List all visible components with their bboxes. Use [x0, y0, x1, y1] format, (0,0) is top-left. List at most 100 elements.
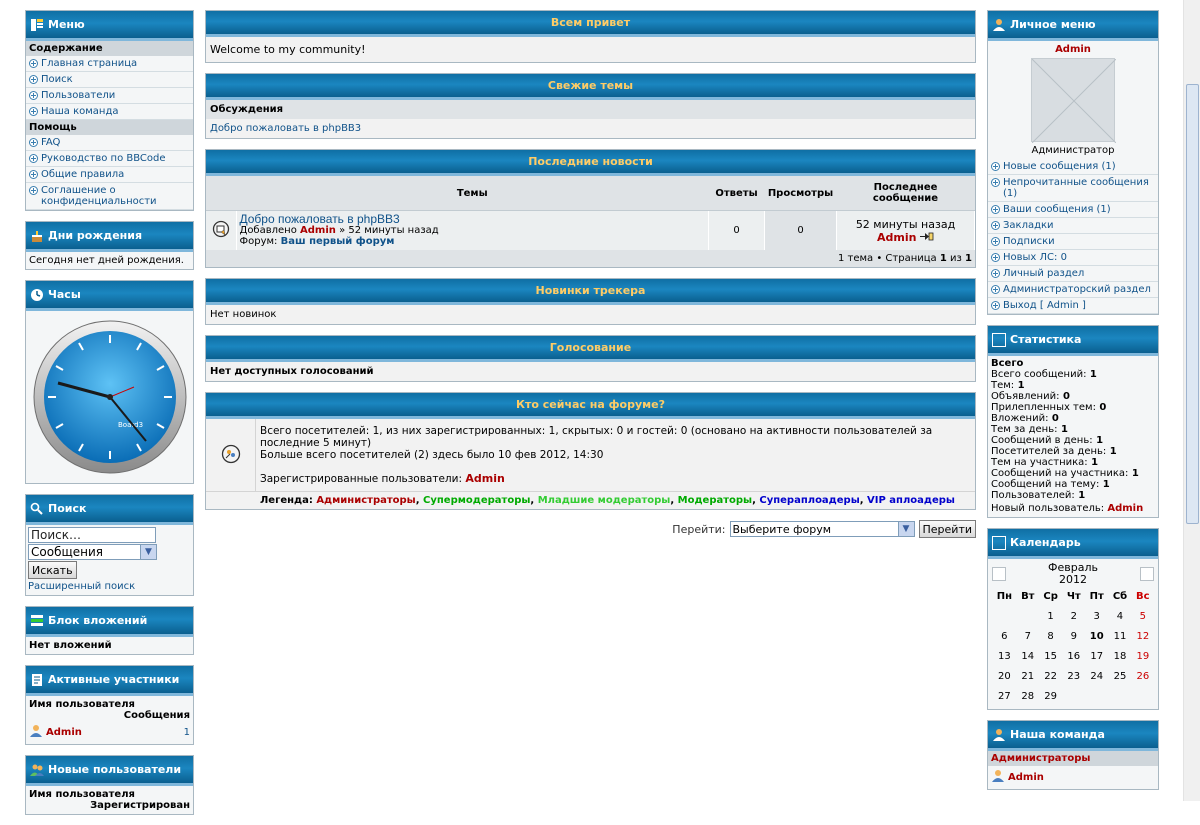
news-forum-link[interactable]: Ваш первый форум	[281, 236, 395, 247]
menu-item-team[interactable]: Наша команда	[26, 104, 193, 120]
birthdays-title: Дни рождения	[48, 229, 143, 242]
advanced-search-link[interactable]: Расширенный поиск	[28, 579, 191, 595]
stats-icon	[992, 332, 1006, 347]
center-column: Всем привет Welcome to my community! Све…	[205, 10, 976, 538]
calendar-day[interactable]: 20	[992, 666, 1017, 686]
calendar-day[interactable]: 24	[1085, 666, 1108, 686]
active-user-posts: 1	[183, 727, 190, 738]
calendar-day[interactable]: 19	[1132, 646, 1154, 666]
poll-panel: Голосование Нет доступных голосований	[205, 335, 976, 382]
news-last-user[interactable]: Admin	[877, 231, 916, 244]
users-icon	[30, 763, 44, 777]
calendar-day[interactable]: 14	[1017, 646, 1039, 666]
page-scrollbar[interactable]	[1183, 0, 1200, 801]
search-select[interactable]: Сообщения ▼	[28, 544, 191, 560]
calendar-day[interactable]: 12	[1132, 626, 1154, 646]
cake-icon	[30, 229, 44, 243]
calendar-day[interactable]: 28	[1017, 686, 1039, 706]
personal-menu-item[interactable]: Новых ЛС: 0	[988, 250, 1158, 266]
personal-menu-item[interactable]: Выход [ Admin ]	[988, 298, 1158, 314]
news-pagination: 1 тема • Страница 1 из 1	[206, 250, 975, 267]
tracker-panel: Новинки трекера Нет новинок	[205, 278, 976, 325]
calendar-weekday: Пн	[996, 590, 1012, 602]
menu-item-bbcode[interactable]: Руководство по BBCode	[26, 151, 193, 167]
menu-item-rules[interactable]: Общие правила	[26, 167, 193, 183]
recent-title: Свежие темы	[206, 74, 975, 100]
calendar-day[interactable]: 21	[1017, 666, 1039, 686]
calendar-day[interactable]: 4	[1108, 606, 1131, 626]
attachments-text: Нет вложений	[26, 637, 193, 654]
go-to-post-icon[interactable]	[919, 231, 934, 244]
calendar-day[interactable]: 2	[1062, 606, 1085, 626]
personal-menu-item[interactable]: Непрочитанные сообщения (1)	[988, 175, 1158, 202]
legend-group-link[interactable]: Младшие модераторы	[538, 495, 671, 506]
calendar-day[interactable]: 22	[1039, 666, 1063, 686]
legend-group-link[interactable]: Модераторы	[678, 495, 752, 506]
calendar-day[interactable]: 29	[1039, 686, 1063, 706]
menu-item-faq[interactable]: FAQ	[26, 135, 193, 151]
menu-item-search[interactable]: Поиск	[26, 72, 193, 88]
legend-group-link[interactable]: Супераплоадеры	[759, 495, 859, 506]
online-registered-user[interactable]: Admin	[465, 472, 504, 485]
personal-menu-item[interactable]: Закладки	[988, 218, 1158, 234]
calendar-day[interactable]: 3	[1085, 606, 1108, 626]
jump-button[interactable]: Перейти	[918, 520, 976, 538]
calendar-day[interactable]: 16	[1062, 646, 1085, 666]
menu-block: Меню Содержание Главная страница Поиск П…	[25, 10, 194, 211]
news-topic-link[interactable]: Добро пожаловать в phpBB3	[240, 213, 706, 225]
scrollbar-thumb[interactable]	[1186, 84, 1199, 524]
team-user-link[interactable]: Admin	[1008, 772, 1044, 783]
jump-select[interactable]: Выберите форум ▼	[729, 521, 915, 537]
active-user-link[interactable]: Admin	[46, 727, 82, 738]
calendar-day[interactable]: 18	[1108, 646, 1131, 666]
search-input[interactable]: Поиск…	[28, 527, 156, 543]
calendar-day[interactable]: 23	[1062, 666, 1085, 686]
news-title: Последние новости	[206, 150, 975, 176]
menu-item-privacy[interactable]: Соглашение о конфиденциальности	[26, 183, 193, 210]
calendar-grid: Пн Вт Ср Чт Пт Сб Вс 1 2 3 4 5 6 7 8 9 10 11 12 13 14 15 16 17 1…	[992, 586, 1154, 706]
calendar-day[interactable]: 13	[992, 646, 1017, 666]
news-author-link[interactable]: Admin	[300, 225, 336, 236]
magnifier-icon	[30, 502, 44, 516]
personal-menu-item[interactable]: Администраторский раздел	[988, 282, 1158, 298]
active-col-user: Имя пользователя	[29, 699, 135, 710]
personal-menu-item[interactable]: Ваши сообщения (1)	[988, 202, 1158, 218]
calendar-day[interactable]: 15	[1039, 646, 1063, 666]
personal-menu-item[interactable]: Новые сообщения (1)	[988, 159, 1158, 175]
calendar-day[interactable]: 6	[992, 626, 1017, 646]
stats-line: Сообщений в день: 1	[991, 435, 1104, 446]
legend-group-link[interactable]: Администраторы	[316, 495, 415, 506]
calendar-day[interactable]: 11	[1108, 626, 1131, 646]
calendar-prev-button[interactable]	[992, 567, 1006, 581]
stats-newest-user[interactable]: Admin	[1107, 503, 1143, 514]
calendar-next-button[interactable]	[1140, 567, 1154, 581]
calendar-day[interactable]: 7	[1017, 626, 1039, 646]
personal-menu-item[interactable]: Личный раздел	[988, 266, 1158, 282]
calendar-day	[992, 606, 1017, 626]
menu-item-users[interactable]: Пользователи	[26, 88, 193, 104]
calendar-weekday: Пт	[1089, 590, 1104, 602]
calendar-day[interactable]: 8	[1039, 626, 1063, 646]
calendar-day[interactable]: 25	[1108, 666, 1131, 686]
calendar-day[interactable]: 9	[1062, 626, 1085, 646]
legend-group-link[interactable]: VIP аплоадеры	[867, 495, 955, 506]
search-submit-button[interactable]: Искать	[28, 561, 77, 579]
calendar-day[interactable]: 27	[992, 686, 1017, 706]
online-registered-prefix: Зарегистрированные пользователи:	[260, 473, 463, 485]
news-added-time: » 52 минуты назад	[339, 225, 439, 236]
user-icon	[991, 769, 1005, 786]
menu-item-home[interactable]: Главная страница	[26, 56, 193, 72]
stats-line: Прилепленных тем: 0	[991, 402, 1107, 413]
team-block: Наша команда Администраторы Admin	[987, 720, 1159, 790]
calendar-day[interactable]: 26	[1132, 666, 1154, 686]
calendar-day[interactable]: 5	[1132, 606, 1154, 626]
calendar-day[interactable]: 10	[1085, 626, 1108, 646]
personal-username[interactable]: Admin	[988, 44, 1158, 55]
active-col-posts: Сообщения	[123, 710, 190, 721]
calendar-day[interactable]: 17	[1085, 646, 1108, 666]
legend-group-link[interactable]: Супермодераторы	[423, 495, 530, 506]
user-icon	[992, 728, 1006, 742]
calendar-day[interactable]: 1	[1039, 606, 1063, 626]
recent-topic-link[interactable]: Добро пожаловать в phpBB3	[206, 119, 975, 138]
personal-menu-item[interactable]: Подписки	[988, 234, 1158, 250]
